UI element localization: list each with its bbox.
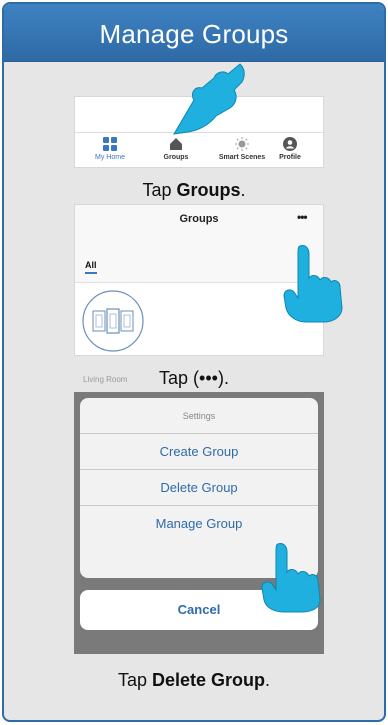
tab-groups[interactable]: Groups xyxy=(145,137,207,161)
caption-bold-text: Delete Group xyxy=(151,670,266,690)
tab-label: Groups xyxy=(163,154,189,161)
tab-label: My Home xyxy=(95,154,125,161)
header-banner: Manage Groups xyxy=(4,4,384,62)
pointing-hand-icon xyxy=(261,543,321,613)
caption-text: Tap xyxy=(142,180,177,200)
tab-label: Profile xyxy=(279,154,301,161)
room-card-icon[interactable] xyxy=(81,289,145,353)
groups-title: Groups xyxy=(179,213,219,225)
tab-all[interactable]: All xyxy=(85,260,97,270)
caption-text: . xyxy=(240,180,246,200)
profile-icon xyxy=(283,137,297,151)
settings-sheet-screenshot: Settings Create Group Delete Group Manag… xyxy=(74,392,324,654)
caption-text: . xyxy=(265,670,271,690)
pointing-hand-icon xyxy=(173,63,245,135)
step1-caption: Tap Groups. xyxy=(4,180,384,201)
delete-group-button[interactable]: Delete Group xyxy=(80,470,318,506)
caption-bold-text: Groups xyxy=(176,180,241,200)
tab-underline xyxy=(85,272,97,274)
instruction-panel: Manage Groups My Home Groups Smart Scene… xyxy=(2,2,386,722)
step3-caption: Tap Delete Group. xyxy=(4,670,384,691)
sun-icon xyxy=(235,137,249,151)
grid-icon xyxy=(103,137,117,151)
manage-group-button[interactable]: Manage Group xyxy=(80,506,318,542)
tab-my-home[interactable]: My Home xyxy=(79,137,141,161)
create-group-button[interactable]: Create Group xyxy=(80,434,318,470)
more-button[interactable]: ••• xyxy=(297,210,308,224)
pointing-hand-icon xyxy=(283,245,343,323)
sheet-title: Settings xyxy=(80,398,318,434)
page-title: Manage Groups xyxy=(99,19,289,49)
caption-text: Tap xyxy=(117,670,152,690)
step2-caption: Tap (•••). xyxy=(159,368,229,388)
house-icon xyxy=(170,138,182,150)
tab-profile[interactable]: Profile xyxy=(259,137,321,161)
